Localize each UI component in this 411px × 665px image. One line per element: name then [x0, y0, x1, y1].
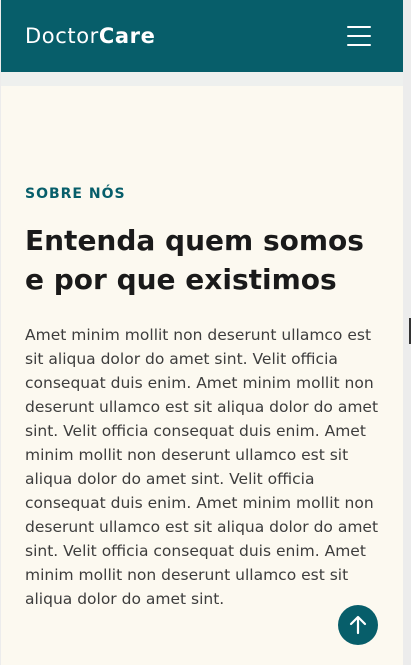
arrow-up-icon	[349, 615, 367, 635]
section-heading: Entenda quem somos e por que existimos	[25, 224, 364, 296]
section-eyebrow: SOBRE NÓS	[25, 186, 126, 202]
menu-line	[347, 35, 371, 37]
page: DoctorCare SOBRE NÓS Entenda quem somos …	[1, 0, 403, 665]
logo-care: Care	[98, 24, 156, 48]
header-divider	[1, 72, 403, 86]
hamburger-menu-icon[interactable]	[347, 26, 371, 46]
logo[interactable]: DoctorCare	[25, 24, 155, 48]
menu-line	[347, 26, 371, 28]
site-header: DoctorCare	[1, 0, 403, 72]
scroll-to-top-button[interactable]	[338, 605, 378, 645]
about-section: SOBRE NÓS Entenda quem somos e por que e…	[25, 180, 385, 611]
section-body: Amet minim mollit non deserunt ullamco e…	[25, 326, 379, 608]
logo-doctor: Doctor	[25, 24, 99, 48]
menu-line	[347, 44, 371, 46]
